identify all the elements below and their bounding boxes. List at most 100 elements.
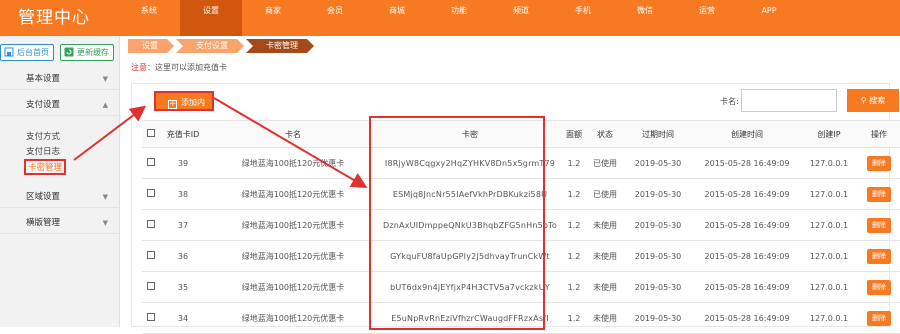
cell-id: 35 [159, 271, 207, 303]
cell-created: 2015-05-28 16:49:09 [693, 178, 801, 210]
cell-id: 36 [159, 240, 207, 272]
search-label: 卡名: [720, 97, 739, 106]
nav-item[interactable]: 功能 [428, 0, 490, 36]
cell-status: 未使用 [587, 271, 623, 303]
chevron-up-icon: ▲ [102, 101, 108, 109]
row-checkbox[interactable] [146, 189, 155, 197]
table-row: 34 绿地蓝海100抵120元优惠卡 E5uNpRvRnEziVfhzrCWaugd… [142, 302, 900, 334]
cell-action: 删除 [857, 302, 900, 334]
nav-item[interactable]: 频道 [490, 0, 552, 36]
column-header: 充值卡ID [159, 120, 207, 148]
column-header: 操作 [857, 120, 900, 148]
sidebar-group-banner[interactable]: 横版管理 ▼ [0, 212, 120, 234]
delete-button[interactable]: 删除 [867, 279, 891, 295]
sidebar-group-payment[interactable]: 支付设置 ▲ [0, 94, 120, 116]
select-all-checkbox-cell[interactable] [142, 120, 159, 148]
checkbox-cell[interactable] [142, 209, 159, 241]
search-button[interactable]: ⚲ 搜索 [847, 89, 899, 112]
cell-key: bUT6dx9n4jEYfjxP4H3CTV5a7vckzkUY [379, 271, 561, 303]
sidebar-group-basic[interactable]: 基本设置 ▼ [0, 68, 120, 90]
nav-item[interactable]: APP [738, 0, 800, 36]
cell-name: 绿地蓝海100抵120元优惠卡 [207, 240, 379, 272]
cell-expire: 2019-05-30 [623, 209, 693, 241]
search-icon: ⚲ [860, 96, 867, 105]
cell-status: 已使用 [587, 147, 623, 179]
cell-id: 34 [159, 302, 207, 334]
nav-item[interactable]: 商家 [242, 0, 304, 36]
cell-name: 绿地蓝海100抵120元优惠卡 [207, 302, 379, 334]
notice-text: 这里可以添加充值卡 [155, 63, 227, 72]
top-bar: 管理中心 系统 设置 商家 会员 商城 功能 频道 手机 微信 运营 APP [0, 0, 900, 36]
cell-status: 已使用 [587, 178, 623, 210]
home-button[interactable]: 后台首页 [0, 44, 54, 61]
table-row: 39 绿地蓝海100抵120元优惠卡 I8RjyW8Cqgxy2HqZYHKV8Dn… [142, 147, 900, 179]
cell-amount: 1.2 [561, 240, 587, 272]
breadcrumb: 设置 支付设置 卡密管理 [128, 39, 316, 53]
notice-label: 注意： [131, 63, 155, 72]
row-checkbox[interactable] [146, 251, 155, 259]
row-checkbox[interactable] [146, 220, 155, 228]
row-checkbox[interactable] [146, 313, 155, 321]
cell-key: DznAxUIDmppeQNkU3BhqbZFG5nHn5bTo [379, 209, 561, 241]
cell-created: 2015-05-28 16:49:09 [693, 302, 801, 334]
sidebar-item-payment-methods[interactable]: 支付方式 [26, 130, 60, 142]
add-content-button[interactable]: +添加内容 [154, 91, 214, 127]
refresh-cache-button[interactable]: 更新缓存 [60, 44, 114, 61]
delete-button[interactable]: 删除 [867, 248, 891, 264]
sidebar: 后台首页 更新缓存 基本设置 ▼ 支付设置 ▲ 支付方式 支付日志 卡密管理 区… [0, 36, 120, 327]
cell-ip: 127.0.0.1 [801, 271, 857, 303]
row-checkbox[interactable] [146, 158, 155, 166]
home-button-label: 后台首页 [17, 48, 49, 57]
card-table: 充值卡ID 卡名 卡密 面额 状态 过期时间 创建时间 创建IP 操作 39 绿地… [142, 120, 900, 334]
nav-item[interactable]: 系统 [118, 0, 180, 36]
cell-amount: 1.2 [561, 302, 587, 334]
checkbox-cell[interactable] [142, 178, 159, 210]
delete-button[interactable]: 删除 [867, 310, 891, 326]
table-header-row: 充值卡ID 卡名 卡密 面额 状态 过期时间 创建时间 创建IP 操作 [142, 120, 900, 148]
sidebar-group-label: 支付设置 [26, 100, 61, 110]
breadcrumb-item[interactable]: 支付设置 [176, 39, 244, 53]
checkbox-cell[interactable] [142, 147, 159, 179]
checkbox-cell[interactable] [142, 271, 159, 303]
cell-action: 删除 [857, 271, 900, 303]
refresh-icon [64, 47, 74, 57]
sidebar-group-label: 基本设置 [26, 74, 61, 84]
cell-ip: 127.0.0.1 [801, 178, 857, 210]
table-row: 37 绿地蓝海100抵120元优惠卡 DznAxUIDmppeQNkU3BhqbZF… [142, 209, 900, 241]
cell-key: I8RjyW8Cqgxy2HqZYHKV8Dn5x5grmT79 [379, 147, 561, 179]
checkbox-cell[interactable] [142, 302, 159, 334]
nav-item[interactable]: 设置 [180, 0, 242, 36]
sidebar-item-payment-log[interactable]: 支付日志 [26, 145, 60, 157]
nav-item[interactable]: 运营 [676, 0, 738, 36]
column-header: 创建IP [801, 120, 857, 148]
delete-button[interactable]: 删除 [867, 155, 891, 171]
nav-item[interactable]: 商城 [366, 0, 428, 36]
nav-item[interactable]: 会员 [304, 0, 366, 36]
search-input[interactable] [741, 89, 837, 112]
cell-created: 2015-05-28 16:49:09 [693, 147, 801, 179]
sidebar-item-card-management[interactable]: 卡密管理 [24, 159, 67, 175]
cell-name: 绿地蓝海100抵120元优惠卡 [207, 178, 379, 210]
table-row: 35 绿地蓝海100抵120元优惠卡 bUT6dx9n4jEYfjxP4H3CTV5… [142, 271, 900, 303]
cell-ip: 127.0.0.1 [801, 147, 857, 179]
row-checkbox[interactable] [146, 282, 155, 290]
nav-item[interactable]: 手机 [552, 0, 614, 36]
cell-expire: 2019-05-30 [623, 271, 693, 303]
cell-name: 绿地蓝海100抵120元优惠卡 [207, 147, 379, 179]
checkbox-cell[interactable] [142, 240, 159, 272]
breadcrumb-item-current: 卡密管理 [246, 39, 314, 53]
top-nav: 系统 设置 商家 会员 商城 功能 频道 手机 微信 运营 APP [118, 0, 800, 36]
sidebar-group-region[interactable]: 区域设置 ▼ [0, 186, 120, 208]
breadcrumb-item[interactable]: 设置 [128, 39, 174, 53]
app-logo: 管理中心 [18, 8, 90, 28]
delete-button[interactable]: 删除 [867, 186, 891, 202]
cell-created: 2015-05-28 16:49:09 [693, 271, 801, 303]
column-header: 卡名 [207, 120, 379, 148]
delete-button[interactable]: 删除 [867, 217, 891, 233]
select-all-checkbox[interactable] [146, 129, 155, 137]
cell-amount: 1.2 [561, 209, 587, 241]
cell-ip: 127.0.0.1 [801, 240, 857, 272]
table-row: 36 绿地蓝海100抵120元优惠卡 GYkquFU8faUpGPIy2J5dhva… [142, 240, 900, 272]
cell-key: GYkquFU8faUpGPIy2J5dhvayTrunCkWt [379, 240, 561, 272]
nav-item[interactable]: 微信 [614, 0, 676, 36]
